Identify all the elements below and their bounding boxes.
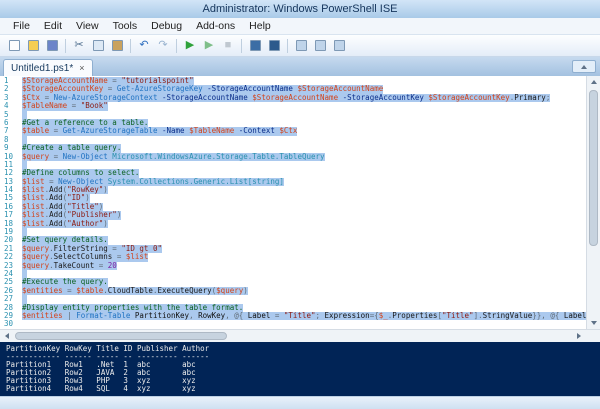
arrow-left-icon <box>5 333 9 339</box>
scroll-up-button[interactable] <box>587 76 600 88</box>
script-tab[interactable]: Untitled1.ps1* × <box>3 59 93 76</box>
show-script-pane-maximized-icon[interactable] <box>330 37 348 55</box>
code-line-text: $entities | Format-Table PartitionKey, R… <box>22 312 586 320</box>
new-script-icon <box>9 40 20 51</box>
code-line: 23$query.TakeCount = 20 <box>0 262 586 270</box>
code-line-text: $query = New-Object Microsoft.WindowsAzu… <box>22 153 325 161</box>
code-line: 18$list.Add("Author") <box>0 220 586 228</box>
menu-item-view[interactable]: View <box>69 19 106 33</box>
code-line: 29$entities | Format-Table PartitionKey,… <box>0 312 586 320</box>
menu-item-tools[interactable]: Tools <box>106 19 145 33</box>
new-remote-powershell-tab-icon <box>250 40 261 51</box>
script-tab-label: Untitled1.ps1* <box>11 63 73 74</box>
show-script-pane-top-icon[interactable] <box>292 37 310 55</box>
code-line: 30 <box>0 320 586 328</box>
script-pane-toggle-button[interactable] <box>572 60 596 73</box>
paste-icon[interactable] <box>108 37 126 55</box>
chevron-up-icon <box>581 65 587 69</box>
open-script-icon[interactable] <box>24 37 42 55</box>
window-title: Administrator: Windows PowerShell ISE <box>202 3 397 15</box>
toolbar-separator <box>65 39 66 53</box>
arrow-right-icon <box>577 333 581 339</box>
scroll-left-button[interactable] <box>0 330 14 342</box>
show-script-pane-right-icon[interactable] <box>311 37 329 55</box>
menu-item-add-ons[interactable]: Add-ons <box>189 19 242 33</box>
code-line-text: $TableName = "Book" <box>22 102 108 110</box>
tab-close-icon[interactable]: × <box>79 63 84 73</box>
new-script-icon[interactable] <box>5 37 23 55</box>
code-lines[interactable]: 1$StorageAccountName = "tutorialspoint"2… <box>0 76 586 329</box>
menu-item-edit[interactable]: Edit <box>37 19 69 33</box>
tab-bar: Untitled1.ps1* × <box>0 57 600 76</box>
editor-hscrollbar[interactable] <box>0 329 600 342</box>
code-line-text: $query.TakeCount = 20 <box>22 262 117 270</box>
code-line-text: $entities = $table.CloudTable.ExecuteQue… <box>22 287 248 295</box>
toolbar: ✂ ↶ ↷ ▶ ▶ ■ <box>0 35 600 57</box>
run-selection-icon[interactable]: ▶ <box>200 37 218 55</box>
show-script-pane-maximized-icon <box>334 40 345 51</box>
editor-vscrollbar[interactable] <box>586 76 600 329</box>
code-line-text: $list.Add("Author") <box>22 220 108 228</box>
arrow-up-icon <box>591 80 597 84</box>
line-number: 30 <box>0 320 22 328</box>
show-script-pane-top-icon <box>296 40 307 51</box>
save-icon[interactable] <box>43 37 61 55</box>
code-line-text: $table = Get-AzureStorageTable -Name $Ta… <box>22 127 297 135</box>
save-icon <box>47 40 58 51</box>
stop-icon: ■ <box>225 40 232 51</box>
start-powershell-icon[interactable] <box>265 37 283 55</box>
new-remote-powershell-tab-icon[interactable] <box>246 37 264 55</box>
toolbar-separator <box>176 39 177 53</box>
scroll-right-button[interactable] <box>572 330 586 342</box>
show-script-pane-right-icon <box>315 40 326 51</box>
code-line: 10$query = New-Object Microsoft.WindowsA… <box>0 153 586 161</box>
cut-icon[interactable]: ✂ <box>70 37 88 55</box>
arrow-down-icon <box>591 321 597 325</box>
redo-icon[interactable]: ↷ <box>154 37 172 55</box>
undo-icon[interactable]: ↶ <box>135 37 153 55</box>
console-line: Partition4 Row4 SQL 4 xyz xyz <box>6 385 594 393</box>
powershell-ise-window: Administrator: Windows PowerShell ISE Fi… <box>0 0 600 409</box>
run-script-icon[interactable]: ▶ <box>181 37 199 55</box>
run-selection-icon: ▶ <box>205 40 213 51</box>
scrollbar-corner <box>586 330 600 342</box>
menu-item-help[interactable]: Help <box>242 19 278 33</box>
menu-item-file[interactable]: File <box>6 19 37 33</box>
title-bar: Administrator: Windows PowerShell ISE <box>0 0 600 18</box>
cut-icon: ✂ <box>74 40 83 51</box>
scroll-down-button[interactable] <box>587 317 600 329</box>
toolbar-separator <box>130 39 131 53</box>
console-output: PartitionKey RowKey Title ID Publisher A… <box>6 345 594 393</box>
stop-icon[interactable]: ■ <box>219 37 237 55</box>
paste-icon <box>112 40 123 51</box>
start-powershell-icon <box>269 40 280 51</box>
undo-icon: ↶ <box>139 40 148 51</box>
toolbar-separator <box>287 39 288 53</box>
menu-item-debug[interactable]: Debug <box>144 19 189 33</box>
menu-bar: FileEditViewToolsDebugAdd-onsHelp <box>0 18 600 35</box>
console-pane[interactable]: PartitionKey RowKey Title ID Publisher A… <box>0 342 600 396</box>
code-line: 4$TableName = "Book" <box>0 102 586 110</box>
redo-icon: ↷ <box>158 40 167 51</box>
open-script-icon <box>28 40 39 51</box>
hscroll-thumb[interactable] <box>15 332 227 340</box>
code-line: 7$table = Get-AzureStorageTable -Name $T… <box>0 127 586 135</box>
hscroll-track[interactable] <box>14 330 572 342</box>
vscroll-thumb[interactable] <box>589 90 598 246</box>
vscroll-track[interactable] <box>587 88 600 317</box>
copy-icon <box>93 40 104 51</box>
status-bar <box>0 396 600 409</box>
script-editor[interactable]: 1$StorageAccountName = "tutorialspoint"2… <box>0 76 600 329</box>
run-script-icon: ▶ <box>186 40 194 51</box>
toolbar-separator <box>241 39 242 53</box>
copy-icon[interactable] <box>89 37 107 55</box>
code-line: 26$entities = $table.CloudTable.ExecuteQ… <box>0 287 586 295</box>
